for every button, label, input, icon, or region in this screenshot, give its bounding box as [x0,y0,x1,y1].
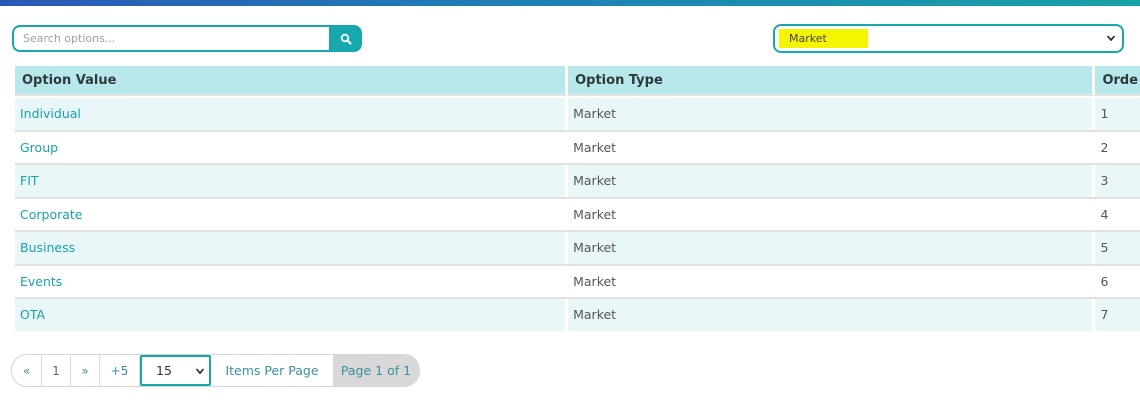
option-value-link[interactable]: Group [20,140,58,155]
items-per-page-label: Items Per Page [225,363,319,378]
order-cell: 1 [1095,98,1140,130]
option-type-cell: Market [568,198,1096,230]
option-value-link[interactable]: Business [20,240,75,255]
chevron-down-icon [1106,35,1116,42]
option-value-link[interactable]: Corporate [20,207,83,222]
search-input[interactable] [12,25,329,52]
option-type-cell: Market [568,131,1096,163]
option-type-cell: Market [568,165,1096,197]
table-header-row: Option Value Option Type Orde [15,66,1140,98]
order-cell: 4 [1095,198,1140,230]
table-row: Group Market 2 [15,131,1140,165]
top-gradient-bar [0,0,1140,6]
table-row: OTA Market 7 [15,299,1140,331]
option-value-link[interactable]: Individual [20,106,81,121]
table-row: FIT Market 3 [15,165,1140,199]
options-table: Option Value Option Type Orde Individual… [15,66,1140,331]
magnifier-icon [340,33,351,44]
option-type-cell: Market [568,265,1096,297]
chevron-down-icon [195,368,205,375]
page-indicator: Page 1 of 1 [333,355,419,386]
option-type-cell: Market [568,299,1096,331]
option-type-cell: Market [568,98,1096,130]
option-value-link[interactable]: FIT [20,173,39,188]
column-header-option-type[interactable]: Option Type [568,66,1096,96]
option-type-select[interactable]: Market [773,24,1124,53]
option-type-select-value: Market [779,29,868,48]
jump-forward-button[interactable]: +5 [100,355,140,386]
first-page-button[interactable]: « [12,355,42,386]
option-value-link[interactable]: OTA [20,307,45,322]
table-row: Corporate Market 4 [15,198,1140,232]
order-cell: 7 [1095,299,1140,331]
order-cell: 3 [1095,165,1140,197]
option-type-cell: Market [568,232,1096,264]
items-per-page-value: 15 [156,363,172,378]
option-value-link[interactable]: Events [20,274,62,289]
table-row: Business Market 5 [15,232,1140,266]
column-header-order[interactable]: Orde [1095,66,1140,96]
next-page-button[interactable]: » [71,355,100,386]
column-header-option-value[interactable]: Option Value [15,66,569,96]
pagination: « 1 » +5 15 Items Per Page Page 1 of 1 [11,354,420,387]
order-cell: 2 [1095,131,1140,163]
search-button[interactable] [329,25,362,52]
table-row: Individual Market 1 [15,98,1140,132]
table-row: Events Market 6 [15,265,1140,299]
search-bar [12,25,362,52]
page-number-button[interactable]: 1 [42,355,71,386]
order-cell: 5 [1095,232,1140,264]
items-per-page-select[interactable]: 15 [140,355,211,386]
order-cell: 6 [1095,265,1140,297]
